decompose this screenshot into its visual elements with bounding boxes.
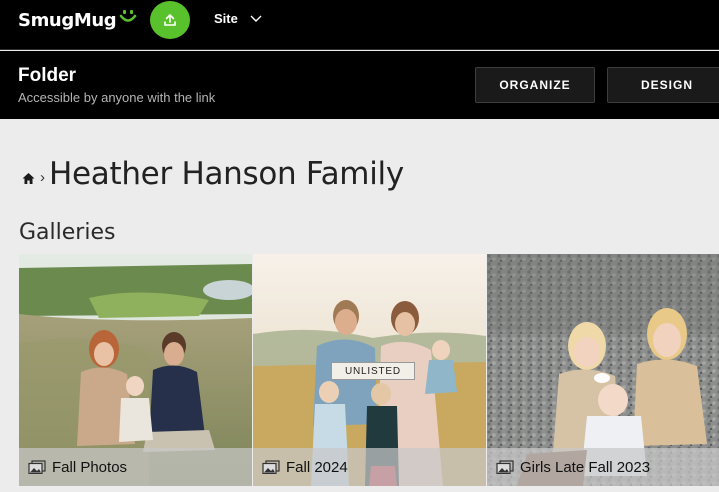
page-title: Heather Hanson Family [49, 156, 404, 192]
unlisted-badge: UNLISTED [331, 362, 415, 380]
folder-bar: Folder Accessible by anyone with the lin… [0, 51, 719, 119]
galleries-heading: Galleries [19, 220, 116, 245]
gallery-icon [28, 460, 46, 474]
site-menu-label: Site [214, 11, 238, 26]
gallery-caption: Girls Late Fall 2023 [487, 448, 719, 486]
top-bar: SmugMug Site [0, 0, 719, 50]
site-menu[interactable]: Site [214, 11, 262, 26]
gallery-caption: Fall 2024 [253, 448, 486, 486]
breadcrumb: › Heather Hanson Family [22, 156, 404, 192]
design-button[interactable]: DESIGN [607, 67, 719, 103]
gallery-title: Fall Photos [52, 458, 128, 476]
upload-icon [164, 14, 176, 26]
smugmug-smile-icon [119, 10, 137, 22]
logo-text: SmugMug [18, 9, 117, 31]
folder-type-label: Folder [18, 65, 77, 86]
gallery-icon [496, 460, 514, 474]
gallery-card-fall-2024[interactable]: UNLISTED Fall 2024 [253, 254, 486, 486]
chevron-down-icon [250, 15, 262, 23]
gallery-title: Girls Late Fall 2023 [520, 458, 651, 476]
gallery-caption: Fall Photos [19, 448, 252, 486]
gallery-card-girls-late-fall-2023[interactable]: Girls Late Fall 2023 [487, 254, 719, 486]
gallery-card-fall-photos[interactable]: Fall Photos [19, 254, 252, 486]
organize-button[interactable]: ORGANIZE [475, 67, 595, 103]
smugmug-logo[interactable]: SmugMug [18, 8, 138, 32]
gallery-icon [262, 460, 280, 474]
folder-access-label: Accessible by anyone with the link [18, 90, 216, 105]
breadcrumb-separator: › [40, 168, 45, 186]
home-icon[interactable] [22, 172, 35, 185]
upload-button[interactable] [150, 1, 190, 39]
gallery-title: Fall 2024 [286, 458, 348, 476]
